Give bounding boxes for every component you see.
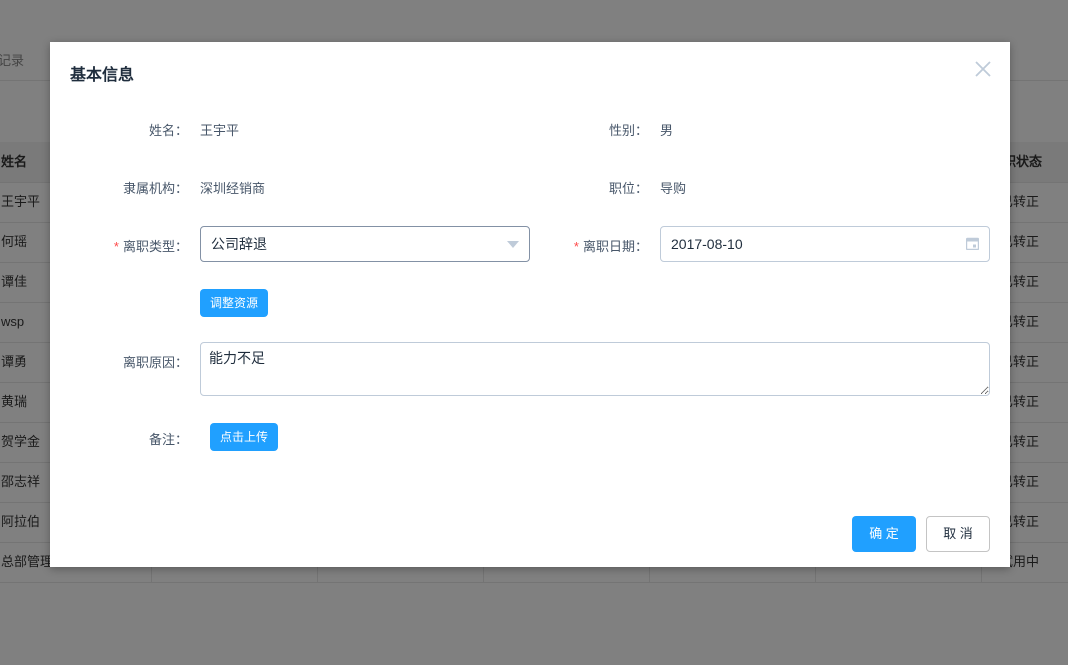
position-label: 职位：: [608, 181, 648, 196]
org-label: 隶属机构：: [122, 181, 188, 196]
leave-type-select[interactable]: 公司辞退: [200, 226, 530, 262]
bg-row-name: 黄瑞: [1, 394, 28, 409]
reason-textarea[interactable]: 能力不足: [200, 342, 990, 396]
remark-label: 备注：: [148, 432, 188, 447]
basic-info-dialog: 基本信息 姓名： 王宇平 性别： 男 隶属机构： 深圳经销商 职位： 导购 * 离…: [50, 42, 1010, 567]
reason-label: 离职原因：: [122, 355, 188, 370]
position-value: 导购: [660, 181, 687, 196]
bg-header-name: 姓名: [1, 154, 28, 169]
adjust-resources-button[interactable]: 调整资源: [200, 289, 268, 317]
leave-date-label: * 离职日期：: [510, 236, 648, 255]
leave-type-label: * 离职类型：: [50, 236, 188, 255]
divider: [0, 582, 1068, 583]
cancel-button[interactable]: 取 消: [926, 516, 990, 552]
required-mark: *: [113, 239, 119, 254]
bg-row-name: 贺学金: [1, 434, 41, 449]
calendar-icon: [966, 237, 979, 250]
upload-button[interactable]: 点击上传: [210, 423, 278, 451]
bg-tab-records[interactable]: 记录: [0, 50, 24, 69]
bg-row-name: 邵志祥: [1, 474, 41, 489]
gender-label: 性别：: [608, 123, 648, 138]
required-mark: *: [573, 239, 579, 254]
dialog-title: 基本信息: [70, 67, 135, 84]
name-label: 姓名：: [148, 123, 188, 138]
org-value: 深圳经销商: [200, 181, 266, 196]
confirm-button[interactable]: 确 定: [852, 516, 916, 552]
leave-type-label-text: 离职类型：: [122, 239, 188, 254]
gender-value: 男: [660, 123, 674, 138]
leave-date-value: 2017-08-10: [671, 236, 743, 252]
leave-date-input[interactable]: 2017-08-10: [660, 226, 990, 262]
bg-row-name: 阿拉伯: [1, 514, 41, 529]
bg-row-name: 谭佳: [1, 274, 28, 289]
bg-row-name: 谭勇: [1, 354, 28, 369]
leave-date-label-text: 离职日期：: [582, 239, 648, 254]
leave-type-value: 公司辞退: [211, 236, 267, 252]
bg-row-name: wsp: [1, 314, 25, 329]
bg-row-name: 何瑶: [1, 234, 28, 249]
close-icon[interactable]: [974, 60, 992, 78]
name-value: 王宇平: [200, 123, 240, 138]
bg-row-name: 总部管理: [1, 554, 54, 569]
bg-row-name: 王宇平: [1, 194, 41, 209]
